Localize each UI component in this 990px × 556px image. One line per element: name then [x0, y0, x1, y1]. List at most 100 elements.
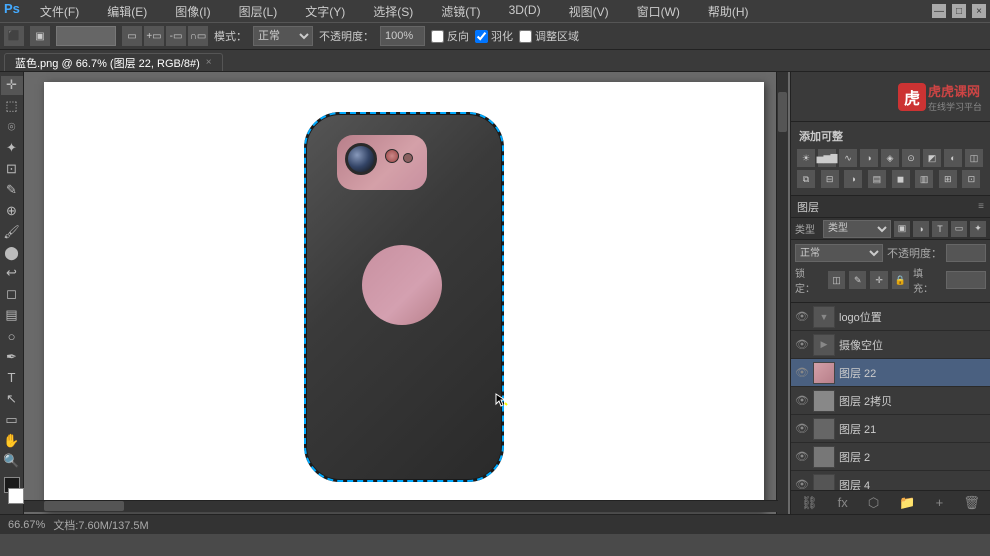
blend-mode-select[interactable]: 正常 [253, 26, 313, 46]
vibrance-adj[interactable]: ◈ [881, 149, 899, 167]
brush-tool[interactable]: 🖌 [1, 222, 23, 241]
new-group-btn[interactable]: 📁 [899, 495, 915, 511]
rect-select-tool[interactable]: ⬚ [1, 97, 23, 116]
filter-type-select[interactable]: 类型 [823, 220, 891, 238]
minimize-button[interactable]: — [932, 4, 946, 18]
layer-eye-4[interactable]: 👁 [795, 478, 809, 490]
doc-tab-active[interactable]: 蓝色.png @ 66.7% (图层 22, RGB/8#) × [4, 53, 223, 71]
gradient-map-adj[interactable]: ▥ [915, 170, 933, 188]
intersect-option[interactable]: ∩▭ [188, 26, 208, 46]
layer-item-4[interactable]: 👁 图层 4 [791, 471, 990, 490]
delete-layer-btn[interactable]: 🗑 [963, 495, 980, 511]
color-balance-adj[interactable]: ◩ [923, 149, 941, 167]
menu-select[interactable]: 选择(S) [365, 1, 421, 22]
zoom-tool[interactable]: 🔍 [1, 452, 23, 471]
menu-text[interactable]: 文字(Y) [297, 1, 353, 22]
shape-tool[interactable]: ▭ [1, 410, 23, 429]
menu-edit[interactable]: 编辑(E) [99, 1, 155, 22]
filter-text-icon[interactable]: T [932, 221, 948, 237]
menu-3d[interactable]: 3D(D) [501, 1, 549, 22]
anti-alias-checkbox[interactable] [431, 30, 444, 43]
menu-filter[interactable]: 滤镜(T) [433, 1, 488, 22]
rect-option[interactable]: ▭ [122, 26, 142, 46]
magic-wand-tool[interactable]: ✦ [1, 139, 23, 158]
layer-item-logo[interactable]: 👁 ▼ logo位置 [791, 303, 990, 331]
tool-preset-icon[interactable]: ▣ [30, 26, 50, 46]
layer-eye-2[interactable]: 👁 [795, 450, 809, 463]
filter-pixel-icon[interactable]: ▣ [894, 221, 910, 237]
filter-shape-icon[interactable]: ▭ [951, 221, 967, 237]
text-tool[interactable]: T [1, 368, 23, 387]
dodge-tool[interactable]: ○ [1, 327, 23, 346]
brightness-adj[interactable]: ☀ [797, 149, 815, 167]
invert-adj[interactable]: ◑ [844, 170, 862, 188]
menu-layer[interactable]: 图层(L) [231, 1, 286, 22]
canvas-area[interactable] [24, 72, 790, 514]
lock-all-icon[interactable]: 🔒 [892, 271, 909, 289]
menu-image[interactable]: 图像(I) [167, 1, 218, 22]
layer-eye-21[interactable]: 👁 [795, 422, 809, 435]
path-select-tool[interactable]: ↖ [1, 389, 23, 408]
color-lookup-adj[interactable]: ⊟ [821, 170, 839, 188]
posterize-adj[interactable]: ▤ [868, 170, 886, 188]
layers-options-icon[interactable]: ≡ [978, 201, 984, 212]
filter-smart-icon[interactable]: ✦ [970, 221, 986, 237]
horizontal-scrollbar[interactable] [24, 500, 778, 512]
history-brush-tool[interactable]: ↩ [1, 264, 23, 283]
eyedropper-tool[interactable]: ✎ [1, 180, 23, 199]
new-layer-btn[interactable]: + [936, 495, 944, 510]
layer-item-2[interactable]: 👁 图层 2 [791, 443, 990, 471]
background-color[interactable] [8, 488, 24, 504]
filter-adj-icon[interactable]: ◑ [913, 221, 929, 237]
opacity-input[interactable] [380, 26, 425, 46]
layer-item-22[interactable]: 👁 图层 22 [791, 359, 990, 387]
stamp-tool[interactable]: ⬤ [1, 243, 23, 262]
layer-eye-camera[interactable]: 👁 [795, 338, 809, 351]
channel-mixer-adj[interactable]: ⧉ [797, 170, 815, 188]
levels-adj[interactable]: ▅▆▇ [818, 149, 836, 167]
layer-item-21[interactable]: 👁 图层 21 [791, 415, 990, 443]
menu-help[interactable]: 帮助(H) [700, 1, 757, 22]
layer-item-2copy[interactable]: 👁 图层 2拷贝 [791, 387, 990, 415]
move-tool[interactable]: ✛ [1, 76, 23, 95]
lock-transparent-icon[interactable]: ◫ [828, 271, 845, 289]
lock-position-icon[interactable]: ✛ [870, 271, 887, 289]
layer-blend-mode[interactable]: 正常 [795, 244, 883, 262]
maximize-button[interactable]: □ [952, 4, 966, 18]
hue-adj[interactable]: ⊙ [902, 149, 920, 167]
crop-tool[interactable]: ⊡ [1, 160, 23, 179]
bw-adj[interactable]: ◐ [944, 149, 962, 167]
vertical-scrollbar[interactable] [776, 72, 788, 514]
menu-window[interactable]: 窗口(W) [629, 1, 688, 22]
scrollbar-thumb[interactable] [778, 92, 787, 132]
selective-color-adj[interactable]: ⊞ [939, 170, 957, 188]
tab-close-button[interactable]: × [206, 57, 212, 68]
pattern-adj[interactable]: ⊡ [962, 170, 980, 188]
curves-adj[interactable]: ∿ [839, 149, 857, 167]
layer-item-camera[interactable]: 👁 ▶ 摄像空位 [791, 331, 990, 359]
link-layers-btn[interactable]: ⛓ [801, 495, 818, 511]
photo-filter-adj[interactable]: ◫ [965, 149, 983, 167]
menu-view[interactable]: 视图(V) [561, 1, 617, 22]
close-button[interactable]: × [972, 4, 986, 18]
sub-option[interactable]: -▭ [166, 26, 186, 46]
exposure-adj[interactable]: ◑ [860, 149, 878, 167]
hand-tool[interactable]: ✋ [1, 431, 23, 450]
add-mask-btn[interactable]: ⬡ [868, 495, 879, 511]
fill-checkbox[interactable] [519, 30, 532, 43]
add-option[interactable]: +▭ [144, 26, 164, 46]
layer-eye-logo[interactable]: 👁 [795, 310, 809, 323]
lasso-tool[interactable]: ⌾ [1, 118, 23, 137]
lock-pixel-icon[interactable]: ✎ [849, 271, 866, 289]
add-style-btn[interactable]: fx [838, 495, 848, 510]
tool-options-icon[interactable]: ⬛ [4, 26, 24, 46]
pen-tool[interactable]: ✒ [1, 348, 23, 367]
opacity-ctrl-input[interactable]: 100% [946, 244, 986, 262]
menu-file[interactable]: 文件(F) [32, 1, 87, 22]
eraser-tool[interactable]: ◻ [1, 285, 23, 304]
gradient-tool[interactable]: ▤ [1, 306, 23, 325]
h-scrollbar-thumb[interactable] [44, 501, 124, 511]
layer-eye-22[interactable]: 👁 [795, 366, 809, 379]
feather-checkbox[interactable] [475, 30, 488, 43]
layer-eye-2copy[interactable]: 👁 [795, 394, 809, 407]
